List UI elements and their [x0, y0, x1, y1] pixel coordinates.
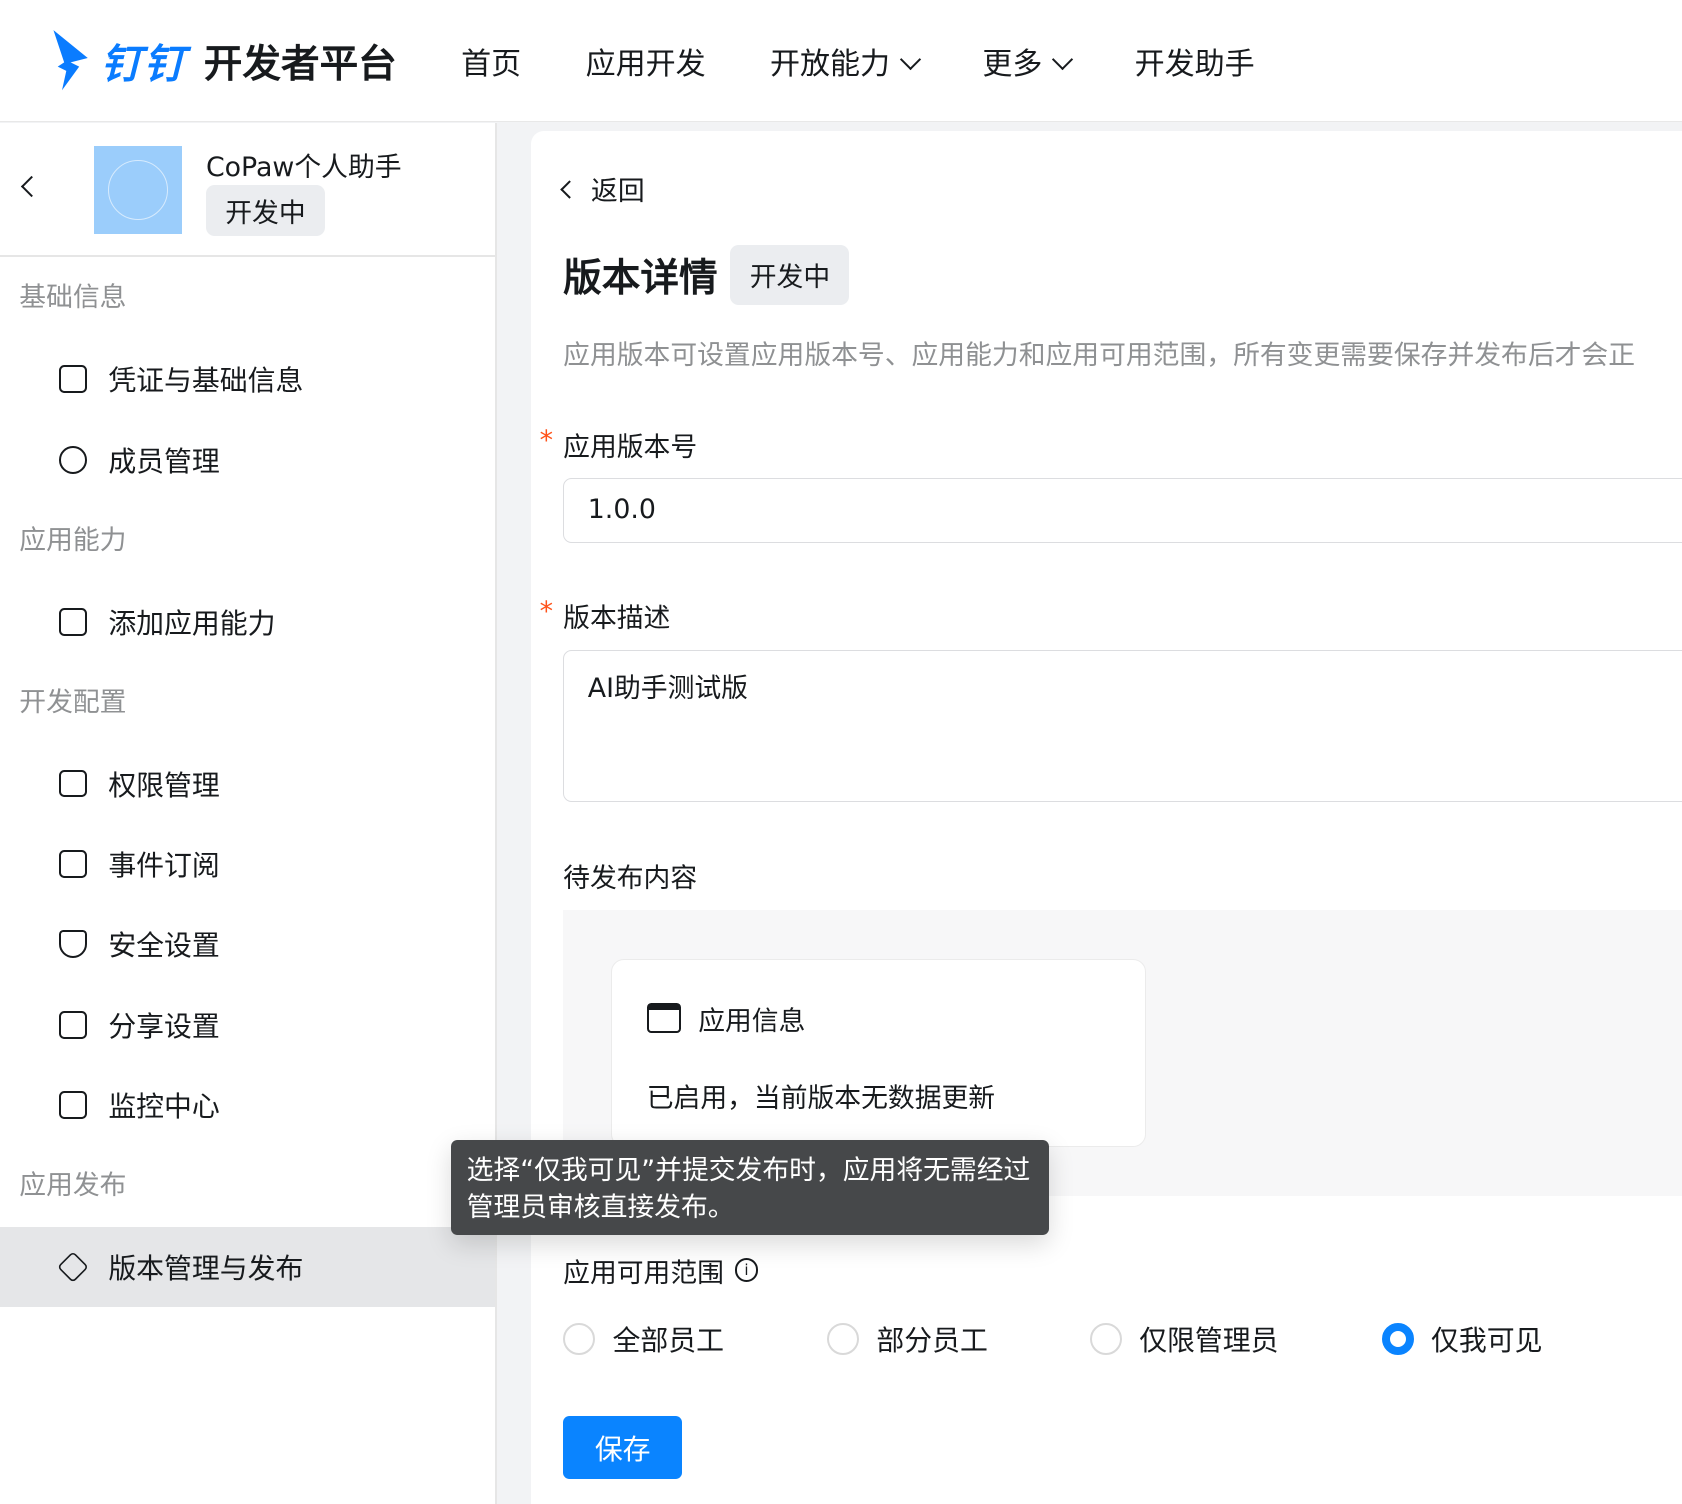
- sidebar-item-security[interactable]: 安全设置: [0, 904, 495, 984]
- sidebar-item-versions[interactable]: 版本管理与发布: [0, 1227, 495, 1308]
- group-basic: 基础信息: [19, 282, 127, 314]
- version-desc-textarea[interactable]: AI助手测试版: [563, 650, 1682, 803]
- nav-dev-assistant[interactable]: 开发助手: [1135, 39, 1255, 83]
- dingtalk-wing-icon: [53, 30, 88, 91]
- group-capability: 应用能力: [19, 524, 127, 556]
- back-link[interactable]: 返回: [560, 169, 645, 208]
- version-input[interactable]: 1.0.0: [563, 478, 1682, 543]
- credential-icon: [58, 365, 87, 394]
- top-nav: 钉钉 开发者平台 首页 应用开发 开放能力 更多 开发助手: [0, 0, 1682, 123]
- radio-circle: [1089, 1323, 1123, 1356]
- external-link-icon: [58, 1010, 87, 1039]
- layers-icon: [57, 1251, 89, 1283]
- item-label: 成员管理: [108, 444, 220, 478]
- scope-label: 应用可用范围: [563, 1257, 724, 1289]
- sidebar-item-members[interactable]: 成员管理: [0, 419, 495, 499]
- save-button[interactable]: 保存: [563, 1415, 683, 1480]
- required-mark: *: [539, 424, 553, 456]
- item-label: 监控中心: [108, 1090, 220, 1124]
- lock-icon: [58, 769, 87, 798]
- item-label: 凭证与基础信息: [108, 364, 304, 398]
- required-mark: *: [539, 596, 553, 628]
- radio-admins-only[interactable]: 仅限管理员: [1089, 1319, 1279, 1359]
- monitor-icon: [58, 1091, 87, 1120]
- sidebar-item-monitor[interactable]: 监控中心: [0, 1065, 495, 1145]
- item-label: 添加应用能力: [108, 606, 276, 640]
- version-desc-label: 版本描述: [563, 603, 671, 635]
- nav-more[interactable]: 更多: [982, 39, 1074, 83]
- app-window-icon: [646, 1003, 682, 1034]
- group-publish: 应用发布: [19, 1170, 127, 1202]
- sidebar-item-credentials[interactable]: 凭证与基础信息: [0, 339, 495, 419]
- app-icon: [94, 145, 183, 234]
- app-status-badge: 开发中: [205, 184, 325, 237]
- radio-circle: [827, 1323, 860, 1356]
- brand-name: 钉钉: [100, 40, 187, 89]
- grid-plus-icon: [58, 607, 87, 636]
- radio-only-me[interactable]: 仅我可见: [1381, 1319, 1543, 1359]
- page-title: 版本详情: [563, 255, 718, 301]
- sidebar-item-share[interactable]: 分享设置: [0, 985, 495, 1065]
- item-label: 版本管理与发布: [108, 1252, 304, 1286]
- app-name: CoPaw个人助手: [205, 151, 402, 183]
- back-chevron-icon[interactable]: [20, 176, 42, 198]
- radio-label: 仅限管理员: [1139, 1324, 1279, 1358]
- radio-label: 部分员工: [876, 1324, 988, 1358]
- shield-icon: [58, 930, 87, 959]
- version-detail-panel: 返回 版本详情 开发中 应用版本可设置应用版本号、应用能力和应用可用范围，所有变…: [530, 130, 1682, 1504]
- chevron-left-icon: [560, 179, 579, 199]
- item-label: 安全设置: [108, 929, 220, 963]
- dingtalk-logo[interactable]: 钉钉 开发者平台: [47, 28, 397, 92]
- platform-name: 开发者平台: [203, 41, 397, 87]
- radio-all-staff[interactable]: 全部员工: [563, 1319, 724, 1359]
- sidebar-item-add-capability[interactable]: 添加应用能力: [0, 581, 495, 661]
- radio-circle: [563, 1323, 596, 1356]
- back-label: 返回: [591, 176, 645, 208]
- app-info-card: 应用信息 已启用，当前版本无数据更新: [611, 958, 1146, 1147]
- nav-open-capability[interactable]: 开放能力: [770, 39, 922, 83]
- nav-label: 开放能力: [770, 46, 891, 82]
- card-title: 应用信息: [698, 1005, 806, 1037]
- nav-label: 更多: [982, 46, 1043, 82]
- chevron-down-icon: [899, 49, 922, 71]
- radio-some-staff[interactable]: 部分员工: [827, 1319, 988, 1359]
- sidebar-item-events[interactable]: 事件订阅: [0, 824, 495, 904]
- sidebar: CoPaw个人助手 开发中 基础信息 凭证与基础信息 成员管理 应用能力 添加应…: [0, 123, 497, 1504]
- radio-label: 仅我可见: [1430, 1324, 1543, 1358]
- card-text: 已启用，当前版本无数据更新: [646, 1082, 996, 1114]
- pending-content-label: 待发布内容: [563, 863, 698, 894]
- scope-tooltip: 选择“仅我可见”并提交发布时，应用将无需经过管理员审核直接发布。: [450, 1140, 1050, 1235]
- nav-app-dev[interactable]: 应用开发: [586, 39, 706, 83]
- version-label: 应用版本号: [563, 431, 698, 463]
- item-label: 分享设置: [108, 1009, 220, 1043]
- status-badge: 开发中: [730, 244, 850, 305]
- chevron-down-icon: [1052, 49, 1074, 71]
- nav-home[interactable]: 首页: [461, 39, 521, 83]
- user-icon: [58, 445, 87, 474]
- info-icon[interactable]: i: [734, 1258, 759, 1283]
- group-dev-config: 开发配置: [19, 686, 127, 718]
- sidebar-item-permissions[interactable]: 权限管理: [0, 743, 495, 823]
- item-label: 事件订阅: [108, 848, 220, 882]
- page-description: 应用版本可设置应用版本号、应用能力和应用可用范围，所有变更需要保存并发布后才会正: [563, 339, 1636, 371]
- radio-label: 全部员工: [612, 1324, 724, 1358]
- radio-circle-checked: [1381, 1323, 1414, 1356]
- rss-icon: [58, 850, 87, 878]
- item-label: 权限管理: [108, 768, 220, 802]
